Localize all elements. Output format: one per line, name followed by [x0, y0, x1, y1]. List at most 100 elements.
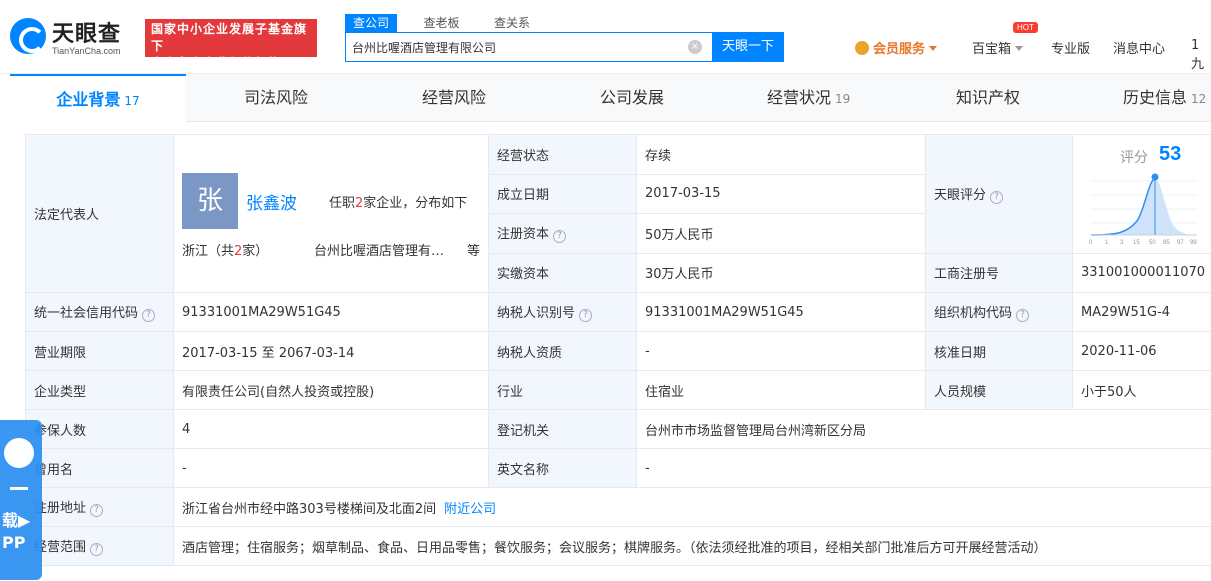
insured-label: 参保人数 [25, 409, 174, 449]
score-word: 评分 [1120, 150, 1148, 166]
related-company-link[interactable]: 台州比喔酒店管理有… [314, 240, 444, 259]
tab-ip[interactable]: 知识产权 [956, 74, 1020, 122]
industry-value: 住宿业 [636, 370, 926, 410]
widget-line-1: 载▶ [2, 511, 31, 530]
chevron-down-icon [1015, 46, 1024, 51]
badge-line-1: 国家中小企业发展子基金旗下 [151, 22, 308, 53]
table-row: 经营范围? 酒店管理；住宿服务；烟草制品、食品、日用品零售；餐饮服务；会议服务；… [25, 526, 1211, 566]
app-download-widget[interactable]: 载▶ PP [0, 420, 42, 580]
paid-capital-label: 实缴资本 [488, 252, 637, 293]
tab-operation-risk[interactable]: 经营风险 [422, 74, 486, 122]
found-date-value: 2017-03-15 [636, 173, 926, 214]
address-value-cell: 浙江省台州市经中路303号楼梯间及北面2间 附近公司 [173, 487, 1211, 527]
tab-development[interactable]: 公司发展 [600, 74, 664, 122]
tab-count: 17 [124, 94, 140, 108]
help-icon[interactable]: ? [90, 543, 104, 556]
score-marker-dot [1151, 173, 1159, 181]
company-section-tabs: 企业背景 17 司法风险 经营风险 公司发展 经营状况 19 知识产权 历史信息 12 [10, 74, 1211, 122]
tab-judicial-risk[interactable]: 司法风险 [244, 74, 308, 122]
search-tab-boss[interactable]: 查老板 [415, 14, 467, 32]
approve-date-value: 2020-11-06 [1072, 331, 1211, 371]
toolbox-menu[interactable]: 百宝箱 [972, 38, 1024, 57]
tab-label: 历史信息 [1123, 88, 1188, 107]
logo-eye-icon [10, 18, 46, 54]
score-value: 53 [1159, 143, 1182, 165]
search-tab-relation[interactable]: 查关系 [486, 14, 538, 32]
help-icon[interactable]: ? [553, 230, 567, 244]
app-logo-icon [4, 438, 34, 468]
top-header: 天眼查 TianYanCha.com 国家中小企业发展子基金旗下 官方备案企业征… [0, 0, 1211, 74]
score-label: 天眼评分 [934, 187, 987, 203]
org-code-value: MA29W51G-4 [1072, 292, 1211, 332]
approve-date-label: 核准日期 [925, 331, 1073, 371]
taxid-label: 纳税人识别号 [497, 306, 576, 321]
vip-label: 会员服务 [873, 42, 926, 57]
score-cell[interactable]: 评分 53 0 1 3 15 50 85 97 99 [1072, 134, 1211, 254]
pro-version-link[interactable]: 专业版 [1051, 38, 1090, 57]
insured-value: 4 [173, 409, 489, 449]
tab-label: 知识产权 [956, 88, 1021, 107]
former-name-value: - [173, 448, 489, 488]
message-center-link[interactable]: 消息中心 [1113, 38, 1165, 57]
staff-size-label: 人员规模 [925, 370, 1073, 410]
status-value: 存续 [636, 134, 926, 175]
taxid-label-cell: 纳税人识别号? [488, 292, 637, 332]
tab-history[interactable]: 历史信息 12 [1123, 74, 1206, 122]
table-row: 注册地址? 浙江省台州市经中路303号楼梯间及北面2间 附近公司 [25, 487, 1211, 527]
search-input-value[interactable]: 台州比喔酒店管理有限公司 [352, 39, 496, 56]
hot-badge: HOT [1013, 22, 1038, 33]
tab-background[interactable]: 企业背景 17 [10, 74, 186, 122]
official-badge: 国家中小企业发展子基金旗下 官方备案企业征信机构 [145, 19, 317, 70]
tick-label: 1 [1105, 240, 1109, 246]
clear-icon[interactable]: × [688, 40, 702, 54]
app-download-text: 载▶ PP [2, 510, 30, 554]
prov-suffix: 家） [242, 244, 269, 259]
tab-label: 公司发展 [600, 88, 665, 107]
search-button[interactable]: 天眼一下 [712, 32, 784, 62]
search-tab-company[interactable]: 查公司 [345, 14, 398, 32]
help-icon[interactable]: ? [90, 504, 104, 517]
nearby-companies-link[interactable]: 附近公司 [444, 502, 496, 517]
term-label: 营业期限 [25, 331, 174, 371]
chevron-down-icon [929, 46, 938, 51]
legal-rep-name[interactable]: 张鑫波 [246, 189, 297, 214]
tick-label: 50 [1149, 240, 1156, 246]
reg-capital-value: 50万人民币 [636, 213, 926, 254]
help-icon[interactable]: ? [990, 190, 1004, 204]
org-code-label-cell: 组织机构代码? [925, 292, 1073, 332]
table-row: 统一社会信用代码? 91331001MA29W51G45 纳税人识别号? 913… [25, 292, 1211, 332]
tick-label: 0 [1089, 240, 1093, 246]
tick-label: 97 [1177, 240, 1184, 246]
org-code-label: 组织机构代码 [934, 306, 1013, 321]
help-icon[interactable]: ? [579, 309, 593, 322]
tab-count: 12 [1191, 92, 1207, 106]
company-type-value: 有限责任公司(自然人投资或控股) [173, 370, 489, 410]
province-summary[interactable]: 浙江（共2家） [182, 240, 268, 259]
site-logo[interactable]: 天眼查 TianYanCha.com [10, 16, 135, 60]
note-prefix: 任职 [329, 196, 356, 211]
reg-no-value: 331001000011070 [1072, 252, 1211, 293]
tick-label: 85 [1163, 240, 1170, 246]
help-icon[interactable]: ? [142, 309, 156, 322]
help-icon[interactable]: ? [1016, 309, 1030, 322]
found-date-label: 成立日期 [488, 173, 637, 214]
tab-count: 19 [835, 92, 851, 106]
avatar[interactable]: 张 [182, 173, 238, 229]
user-menu[interactable]: 1九 [1191, 38, 1211, 72]
search-type-tabs: 查公司 查老板 查关系 [345, 14, 552, 32]
logo-text: 天眼查 [52, 22, 122, 47]
table-row: 法定代表人 张 张鑫波 任职2家企业，分布如下 浙江（共2家） 台州比喔酒店管理… [25, 134, 1211, 293]
vip-service-menu[interactable]: 会员服务 [855, 38, 938, 57]
status-label: 经营状态 [488, 134, 637, 175]
address-value: 浙江省台州市经中路303号楼梯间及北面2间 [182, 501, 437, 517]
badge-line-2: 官方备案企业征信机构 [151, 56, 282, 70]
tax-qualification-label: 纳税人资质 [488, 331, 637, 371]
search-input[interactable]: 台州比喔酒店管理有限公司 × [345, 32, 713, 62]
scope-label-cell: 经营范围? [25, 526, 174, 566]
english-name-label: 英文名称 [488, 448, 637, 488]
tab-label: 企业背景 [56, 90, 121, 109]
tab-operation-status[interactable]: 经营状况 19 [767, 74, 850, 122]
tick-label: 3 [1120, 240, 1124, 246]
tab-label: 经营风险 [422, 88, 487, 107]
authority-value: 台州市市场监督管理局台州湾新区分局 [636, 409, 1211, 449]
